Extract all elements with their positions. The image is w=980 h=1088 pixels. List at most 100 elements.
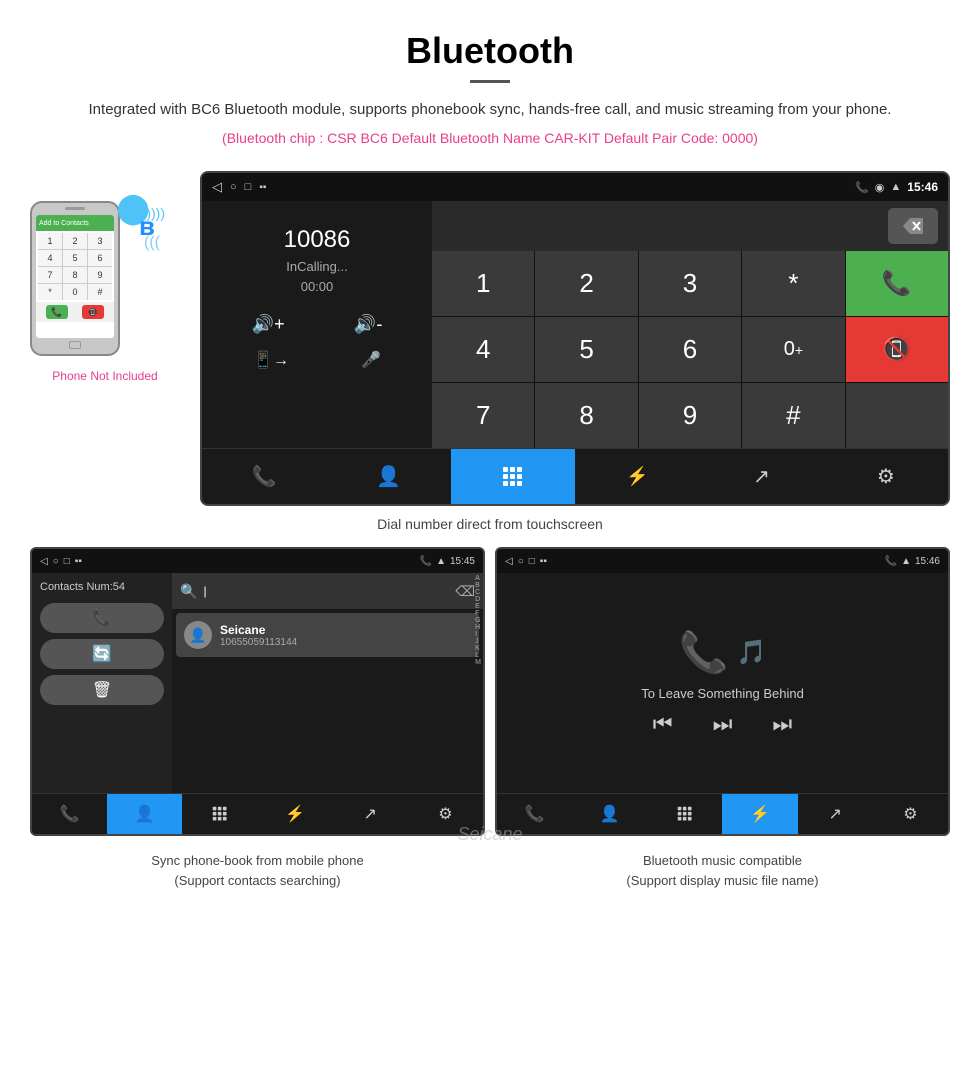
dial-volume-controls: 🔊+ 🔊- (217, 314, 417, 335)
contacts-caption-line2: (Support contacts searching) (174, 873, 340, 888)
music-nav-phone[interactable]: 📞 (497, 794, 572, 834)
music-nav-keypad[interactable] (647, 794, 722, 834)
music-status-bar: ◁ ○ □ ▪▪ 📞 ▲ 15:46 (497, 549, 948, 573)
dial-bottom-controls: 📱→ 🎤 (217, 350, 417, 370)
nav-transfer[interactable]: ↗ (699, 449, 823, 504)
music-phone-art-icon: 📞 (679, 629, 729, 676)
phone-illustration: ⬤ )))) ʙ ((( (30, 171, 180, 383)
dial-input-row (432, 201, 948, 251)
contacts-caption: Sync phone-book from mobile phone (Suppo… (30, 851, 485, 890)
nav-settings[interactable]: ⚙ (824, 449, 948, 504)
search-icon: 🔍 (180, 583, 197, 600)
mute-icon[interactable]: 🎤 (361, 350, 381, 370)
music-nav-bar: 📞 👤 ⚡ ↗ ⚙ (497, 793, 948, 834)
cnav-keypad-icon (212, 806, 228, 822)
mini-call-green: 📞 (46, 305, 68, 319)
key-empty (846, 383, 948, 448)
music-nav-bluetooth[interactable]: ⚡ (722, 794, 797, 834)
contact-phone: 10655059113144 (220, 637, 297, 648)
contacts-nav-bluetooth[interactable]: ⚡ (257, 794, 332, 834)
music-controls: ⏮ ⏭ ⏭ (653, 711, 792, 737)
bottom-screens: ◁ ○ □ ▪▪ 📞 ▲ 15:45 Contacts Num:54 📞 🔄 (0, 547, 980, 836)
contacts-nav-phone[interactable]: 📞 (32, 794, 107, 834)
backspace-button[interactable] (888, 208, 938, 244)
cnav-bt-icon: ⚡ (285, 804, 305, 824)
key-1[interactable]: 1 (432, 251, 534, 316)
nav-bluetooth[interactable]: ⚡ (575, 449, 699, 504)
music-nav-transfer[interactable]: ↗ (798, 794, 873, 834)
wifi-icon: ▲ (890, 181, 901, 193)
mnav-settings-icon: ⚙ (903, 804, 917, 824)
key-2[interactable]: 2 (535, 251, 637, 316)
mnav-keypad-icon (677, 806, 693, 822)
key-3[interactable]: 3 (639, 251, 741, 316)
mini-call-red: 📵 (82, 305, 104, 319)
transfer-icon[interactable]: 📱→ (253, 350, 289, 370)
pause-button[interactable]: ⏭ (713, 711, 733, 737)
contacts-nav-contacts[interactable]: 👤 (107, 794, 182, 834)
dial-status: InCalling... (217, 259, 417, 274)
key-8[interactable]: 8 (535, 383, 637, 448)
contacts-call-btn[interactable]: 📞 (40, 603, 164, 633)
end-call-button[interactable]: 📵 (846, 317, 948, 382)
music-screen: ◁ ○ □ ▪▪ 📞 ▲ 15:46 📞 🎵 To Leave Somethin… (495, 547, 950, 836)
search-backspace-icon[interactable]: ⌫ (455, 583, 475, 600)
prev-track-button[interactable]: ⏮ (653, 711, 673, 737)
contacts-nav-keypad[interactable] (182, 794, 257, 834)
contacts-time: 15:45 (450, 556, 475, 567)
search-cursor[interactable]: | (203, 584, 449, 598)
music-circle-icon: ○ (518, 556, 524, 567)
music-back-icon: ◁ (505, 556, 513, 567)
key-6[interactable]: 6 (639, 317, 741, 382)
contacts-delete-btn[interactable]: 🗑 (40, 675, 164, 705)
music-nav-settings[interactable]: ⚙ (873, 794, 948, 834)
contacts-screen: ◁ ○ □ ▪▪ 📞 ▲ 15:45 Contacts Num:54 📞 🔄 (30, 547, 485, 836)
music-icon-area: 📞 🎵 (679, 629, 767, 676)
dial-nav-bar: 📞 👤 ⚡ ↗ ⚙ (202, 448, 948, 504)
keypad-grid: 1 2 3 * 📞 4 5 6 0+ 📵 7 8 9 # (432, 251, 948, 448)
music-phone-icon: 📞 (885, 556, 897, 567)
key-4[interactable]: 4 (432, 317, 534, 382)
contacts-search-bar: 🔍 | ⌫ (172, 573, 483, 609)
nav-settings-icon: ⚙ (877, 464, 895, 489)
key-star[interactable]: * (742, 251, 844, 316)
music-nav-contacts[interactable]: 👤 (572, 794, 647, 834)
dial-number: 10086 (217, 211, 417, 259)
contacts-nav-settings[interactable]: ⚙ (408, 794, 483, 834)
next-track-button[interactable]: ⏭ (772, 711, 792, 737)
title-divider (470, 80, 510, 83)
dial-screen: ◁ ○ □ ▪▪ 📞 ◉ ▲ 15:46 10086 InCalling... (200, 171, 950, 506)
key-0plus[interactable]: 0+ (742, 317, 844, 382)
phone-screen-label: Add to Contacts (39, 220, 89, 227)
volume-down-icon[interactable]: 🔊- (354, 314, 382, 335)
phone-not-included: Phone Not Included (30, 369, 180, 383)
key-5[interactable]: 5 (535, 317, 637, 382)
nav-contacts-icon: 👤 (376, 464, 401, 489)
status-time: 15:46 (907, 180, 938, 194)
status-bar-left: ◁ ○ □ ▪▪ (212, 179, 266, 195)
contacts-sim-icon: ▪▪ (75, 556, 82, 567)
contacts-back-icon: ◁ (40, 556, 48, 567)
cnav-phone-icon: 📞 (60, 804, 80, 824)
location-icon: ◉ (875, 181, 885, 194)
contacts-sync-btn[interactable]: 🔄 (40, 639, 164, 669)
music-time: 15:46 (915, 556, 940, 567)
call-button[interactable]: 📞 (846, 251, 948, 316)
nav-keypad[interactable] (451, 449, 575, 504)
dial-keypad: 1 2 3 * 📞 4 5 6 0+ 📵 7 8 9 # (432, 201, 948, 448)
contact-avatar: 👤 (184, 621, 212, 649)
key-9[interactable]: 9 (639, 383, 741, 448)
contact-entry[interactable]: 👤 Seicane 10655059113144 (176, 613, 479, 657)
nav-transfer-icon: ↗ (753, 464, 770, 489)
key-hash[interactable]: # (742, 383, 844, 448)
contacts-nav-transfer[interactable]: ↗ (333, 794, 408, 834)
dial-left-panel: 10086 InCalling... 00:00 🔊+ 🔊- 📱→ 🎤 (202, 201, 432, 448)
dial-screen-caption: Dial number direct from touchscreen (0, 516, 980, 532)
volume-up-icon[interactable]: 🔊+ (252, 314, 285, 335)
nav-phone[interactable]: 📞 (202, 449, 326, 504)
cnav-settings-icon: ⚙ (438, 804, 452, 824)
key-7[interactable]: 7 (432, 383, 534, 448)
music-square-icon: □ (529, 556, 535, 567)
nav-contacts[interactable]: 👤 (326, 449, 450, 504)
mnav-contacts-icon: 👤 (600, 804, 620, 824)
